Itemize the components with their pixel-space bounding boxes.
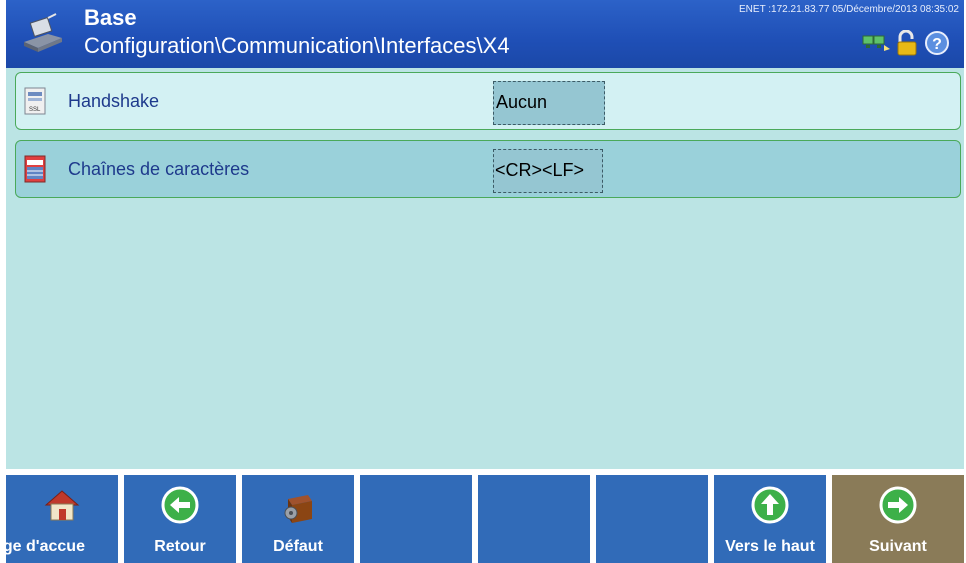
ssl-file-icon: SSL xyxy=(24,87,46,115)
svg-text:?: ? xyxy=(932,36,942,53)
network-icon xyxy=(862,35,890,51)
softkey-label: Retour xyxy=(154,538,206,555)
document-icon xyxy=(24,155,46,183)
lock-icon[interactable] xyxy=(895,30,921,56)
scale-terminal-icon xyxy=(24,13,62,52)
arrow-right-icon xyxy=(879,486,917,524)
softkey-label: Défaut xyxy=(273,538,323,555)
row-label: Handshake xyxy=(68,91,160,111)
default-box-icon xyxy=(284,495,312,523)
softkey-empty-2[interactable] xyxy=(478,475,590,563)
softkey-empty-1[interactable] xyxy=(360,475,472,563)
string-value[interactable]: <CR><LF> xyxy=(493,149,603,193)
page-title: Base xyxy=(84,5,137,30)
softkey-label: Suivant xyxy=(869,538,927,555)
header-bar: Base Configuration\Communication\Interfa… xyxy=(6,0,964,68)
next-button[interactable]: Suivant xyxy=(832,475,964,563)
breadcrumb: Configuration\Communication\Interfaces\X… xyxy=(84,33,510,58)
home-button[interactable]: age d'accue xyxy=(0,475,118,563)
softkey-label: Vers le haut xyxy=(725,538,815,555)
row-label: Chaînes de caractères xyxy=(68,159,250,179)
softkey-label: age d'accue xyxy=(0,538,85,555)
help-icon[interactable]: ? xyxy=(924,30,950,56)
handshake-value[interactable]: Aucun xyxy=(493,81,605,125)
svg-text:SSL: SSL xyxy=(29,107,41,113)
status-text: ENET :172.21.83.77 05/Décembre/2013 08:3… xyxy=(739,4,959,15)
softkey-empty-3[interactable] xyxy=(596,475,708,563)
arrow-up-icon xyxy=(751,486,789,524)
header-status-icons: ? xyxy=(862,30,950,56)
scroll-up-button[interactable]: Vers le haut xyxy=(714,475,826,563)
back-button[interactable]: Retour xyxy=(124,475,236,563)
default-button[interactable]: Défaut xyxy=(242,475,354,563)
list-item[interactable]: SSL Handshake Aucun xyxy=(15,72,961,130)
parameter-list: SSL Handshake Aucun Chaînes de caractère… xyxy=(6,68,964,469)
softkey-bar: age d'accue Retour Défaut Vers le haut S… xyxy=(0,469,964,563)
screen: Base Configuration\Communication\Interfa… xyxy=(0,0,964,563)
list-item[interactable]: Chaînes de caractères <CR><LF> xyxy=(15,140,961,198)
arrow-left-icon xyxy=(161,486,199,524)
home-icon xyxy=(44,490,80,521)
